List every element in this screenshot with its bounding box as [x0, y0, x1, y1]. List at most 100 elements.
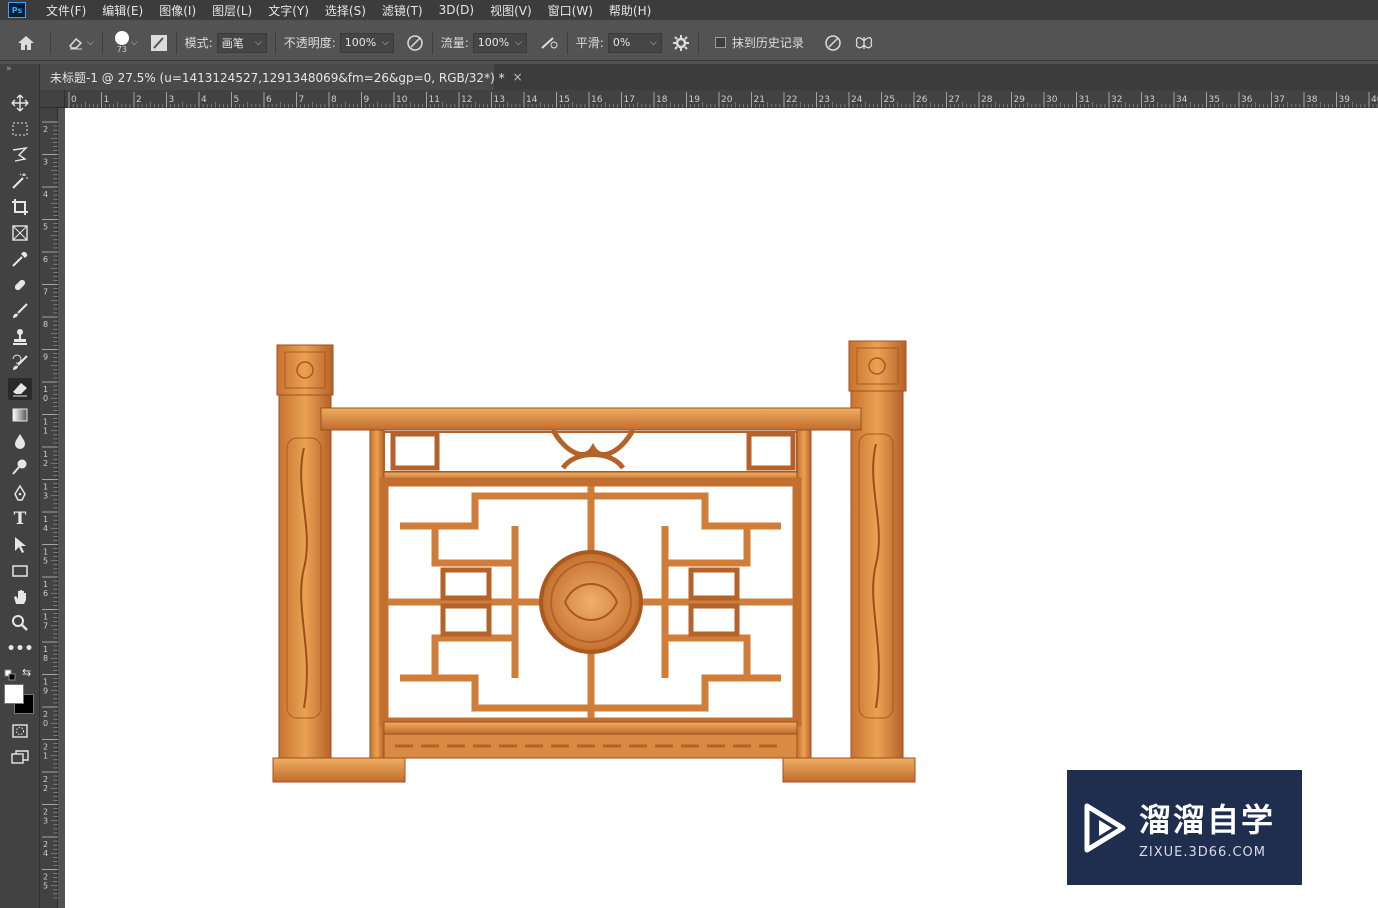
ruler-tick-label: 1 — [43, 483, 48, 492]
eyedropper-tool[interactable] — [8, 248, 32, 270]
menu-3d[interactable]: 3D(D) — [431, 3, 482, 17]
tool-preset-picker[interactable]: ⌵ — [67, 35, 94, 51]
ruler-tick-label: 6 — [43, 589, 48, 598]
brush-settings-button[interactable] — [150, 34, 168, 52]
chevron-down-icon: ⌵ — [381, 37, 389, 48]
document-tab[interactable]: 未标题-1 @ 27.5% (u=1413124527,1291348069&f… — [40, 64, 523, 90]
menu-filter[interactable]: 滤镜(T) — [374, 2, 431, 19]
panel-collapse-icon[interactable]: » — [0, 64, 39, 74]
eraser-tool[interactable] — [8, 378, 32, 400]
opacity-value: 100% — [344, 36, 377, 49]
horizontal-ruler-ticks: 0 1 2 3 4 5 6 7 8 9 10 11 12 13 14 15 16 17 18 19 20 21 22 23 24… — [68, 92, 1378, 108]
stamp-tool[interactable] — [8, 326, 32, 348]
ruler-tick-label: 2 — [43, 840, 48, 849]
home-icon — [18, 35, 34, 50]
ruler-tick-label: 1 — [43, 613, 48, 622]
ruler-tick-label: 8 — [43, 320, 48, 329]
foreground-color-swatch[interactable] — [4, 684, 24, 704]
opacity-input[interactable]: 100% ⌵ — [339, 32, 394, 53]
pressure-opacity-button[interactable] — [406, 34, 424, 52]
flow-input[interactable]: 100% ⌵ — [472, 32, 527, 53]
magic-wand-tool[interactable] — [8, 170, 32, 192]
ruler-tick-label: 10 — [396, 95, 408, 105]
ruler-tick-label: 14 — [526, 95, 538, 105]
ruler-tick-label: 38 — [1306, 95, 1318, 105]
healing-tool[interactable] — [8, 274, 32, 296]
ruler-tick-label: 13 — [494, 95, 505, 105]
smoothing-settings-button[interactable] — [672, 34, 690, 52]
opacity-label: 不透明度: — [283, 36, 336, 50]
ruler-tick-label: 5 — [43, 223, 48, 232]
erase-history-option[interactable]: 抹到历史记录 — [714, 34, 804, 51]
ruler-tick-label: 18 — [656, 95, 668, 105]
ruler-tick-label: 39 — [1339, 95, 1351, 105]
flow-value: 100% — [477, 36, 510, 49]
menu-file[interactable]: 文件(F) — [38, 2, 94, 19]
airbrush-button[interactable] — [539, 34, 559, 52]
ruler-tick-label: 37 — [1274, 95, 1285, 105]
smoothing-input[interactable]: 0% ⌵ — [607, 32, 662, 53]
dodge-tool[interactable] — [8, 456, 32, 478]
marquee-tool[interactable] — [8, 118, 32, 140]
home-button[interactable] — [16, 34, 36, 52]
crop-tool[interactable] — [8, 196, 32, 218]
gradient-tool[interactable] — [8, 404, 32, 426]
menu-layer[interactable]: 图层(L) — [204, 2, 260, 19]
ruler-origin[interactable] — [40, 90, 65, 108]
quick-mask-button[interactable] — [8, 720, 32, 742]
default-colors-icon[interactable] — [4, 666, 16, 685]
ruler-tick-label: 0 — [43, 394, 48, 403]
close-icon[interactable]: × — [513, 70, 523, 84]
hand-tool[interactable] — [8, 586, 32, 608]
airbrush-icon — [541, 36, 558, 49]
brush-size-picker[interactable]: 73 — [114, 31, 129, 54]
ruler-tick-label: 1 — [43, 548, 48, 557]
erase-history-checkbox[interactable] — [714, 37, 726, 48]
quick-mask-icon — [12, 724, 28, 738]
menu-select[interactable]: 选择(S) — [317, 2, 374, 19]
vertical-ruler[interactable]: 2345678910111213141516171819202122232425 — [40, 108, 58, 908]
ruler-tick-label: 21 — [754, 95, 765, 105]
menu-help[interactable]: 帮助(H) — [601, 2, 659, 19]
menu-edit[interactable]: 编辑(E) — [94, 2, 151, 19]
ruler-tick-label: 1 — [43, 678, 48, 687]
smoothing-value: 0% — [612, 36, 631, 49]
path-select-icon — [15, 537, 26, 553]
screen-mode-button[interactable] — [8, 746, 32, 768]
document-tab-title: 未标题-1 @ 27.5% (u=1413124527,1291348069&f… — [50, 70, 505, 85]
brush-tool[interactable] — [8, 300, 32, 322]
menu-image[interactable]: 图像(I) — [151, 2, 204, 19]
symmetry-button[interactable] — [854, 34, 874, 52]
ruler-tick-label: 5 — [43, 557, 48, 566]
more-tools-button[interactable]: ••• — [6, 638, 34, 660]
ruler-tick-label: 23 — [819, 95, 830, 105]
path-select-tool[interactable] — [8, 534, 32, 556]
ruler-tick-label: 15 — [559, 95, 570, 105]
document-canvas[interactable]: 溜溜自学 ZIXUE.3D66.COM — [65, 108, 1378, 908]
lasso-tool[interactable] — [8, 144, 32, 166]
gradient-icon — [12, 408, 28, 422]
zoom-tool[interactable] — [8, 612, 32, 634]
menu-window[interactable]: 窗口(W) — [540, 2, 601, 19]
type-tool[interactable]: T — [8, 508, 32, 530]
dodge-icon — [12, 459, 27, 475]
ruler-tick-label: 1 — [43, 450, 48, 459]
pressure-size-button[interactable] — [824, 34, 842, 52]
move-tool[interactable] — [8, 92, 32, 114]
menu-type[interactable]: 文字(Y) — [260, 2, 317, 19]
chevron-down-icon[interactable]: ⌵ — [131, 38, 138, 48]
ruler-tick-label: 8 — [331, 95, 337, 105]
more-icon: ••• — [6, 641, 34, 657]
swap-colors-icon[interactable]: ⇆ — [22, 666, 31, 679]
history-brush-tool[interactable] — [8, 352, 32, 374]
ruler-tick-label: 22 — [786, 95, 797, 105]
menu-view[interactable]: 视图(V) — [482, 2, 540, 19]
zoom-icon — [12, 615, 28, 631]
frame-tool[interactable] — [8, 222, 32, 244]
horizontal-ruler[interactable]: 0 1 2 3 4 5 6 7 8 9 10 11 12 13 14 15 16 17 18 19 20 21 22 23 24… — [65, 90, 1378, 108]
pen-tool[interactable] — [8, 482, 32, 504]
rectangle-tool[interactable] — [8, 560, 32, 582]
blur-tool[interactable] — [8, 430, 32, 452]
move-icon — [11, 94, 29, 112]
mode-select[interactable]: 画笔 ⌵ — [216, 32, 267, 53]
